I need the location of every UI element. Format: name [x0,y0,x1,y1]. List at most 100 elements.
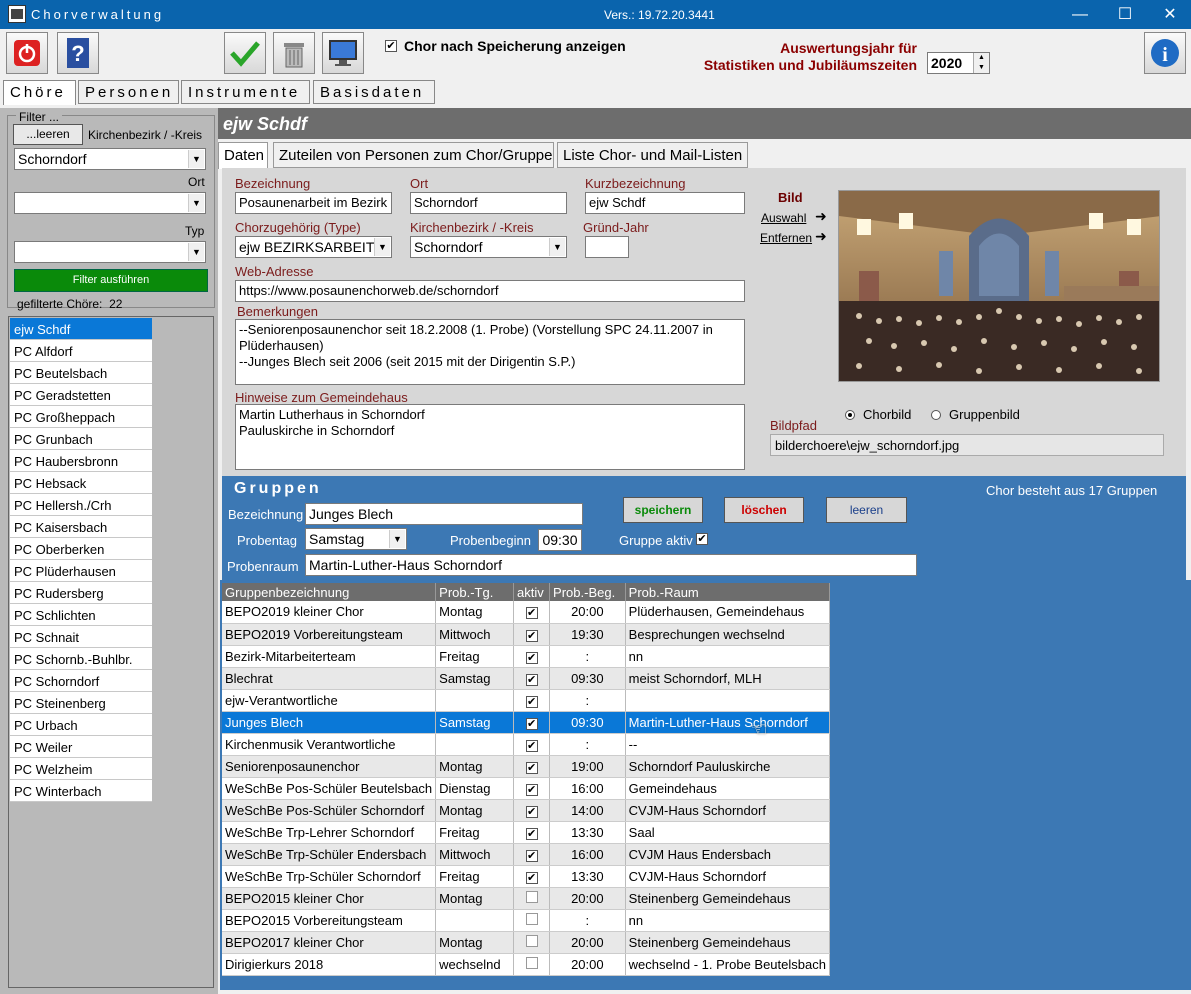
table-row[interactable]: Seniorenposaunenchor Montag ✔ 19:00 Schorndo… [222,755,831,778]
tab-zuteilen[interactable]: Zuteilen von Personen zum Chor/Gruppe [273,142,554,168]
chevron-down-icon[interactable]: ▼ [374,238,390,256]
col-header-raum[interactable]: Prob.-Raum [625,583,831,601]
table-row[interactable]: Dirigierkurs 2018 wechselnd 20:00 wechselnd… [222,953,831,976]
table-row[interactable]: Blechrat Samstag ✔ 09:30 meist Schorndorf, M… [222,667,831,690]
bemerk-field[interactable]: --Seniorenposaunenchor seit 18.2.2008 (1… [235,319,745,385]
checkbox-checked-icon[interactable]: ✔ [525,695,538,708]
group-bez-field[interactable]: Junges Blech [305,503,583,525]
checkbox-checked-icon[interactable]: ✔ [525,651,538,664]
checkbox-checked-icon[interactable]: ✔ [525,629,538,642]
group-aktiv-checkbox[interactable]: ✔ [696,533,708,545]
kreis-select[interactable]: Schorndorf ▼ [410,236,567,258]
list-item[interactable]: PC Großheppach [10,406,152,428]
year-spinner[interactable]: 2020 ▲ ▼ [927,52,990,74]
chevron-down-icon[interactable]: ▼ [188,150,204,168]
table-row[interactable]: BEPO2015 Vorbereitungsteam: nn [222,909,831,932]
list-item[interactable]: PC Kaisersbach [10,516,152,538]
list-item[interactable]: PC Urbach [10,714,152,736]
checkbox-checked-icon[interactable]: ✔ [525,827,538,840]
hinweis-field[interactable]: Martin Lutherhaus in Schorndorf Pauluski… [235,404,745,470]
table-row[interactable]: Kirchenmusik Verantwortliche ✔: -- [222,733,831,756]
gruppenbild-radio[interactable]: Gruppenbild [931,407,1020,422]
table-row[interactable]: BEPO2017 kleiner Chor Montag 20:00 Steinenb… [222,931,831,954]
maximize-icon[interactable]: ☐ [1102,0,1148,29]
tab-instrumente[interactable]: Instrumente [181,80,310,104]
checkbox-empty-icon[interactable] [525,956,538,969]
list-item[interactable]: PC Hebsack [10,472,152,494]
list-item[interactable]: PC Schlichten [10,604,152,626]
chevron-down-icon[interactable]: ▼ [188,194,204,212]
col-header-beginn[interactable]: Prob.-Beg. [549,583,626,601]
list-item[interactable]: ejw Schdf [10,318,152,340]
show-after-save-checkbox[interactable]: ✔ [385,40,397,52]
info-button[interactable]: i [1144,32,1186,74]
checkbox-checked-icon[interactable]: ✔ [525,783,538,796]
list-item[interactable]: PC Haubersbronn [10,450,152,472]
list-item[interactable]: PC Schnait [10,626,152,648]
table-row[interactable]: BEPO2019 Vorbereitungsteam Mittwoch ✔ 19:30… [222,623,831,646]
chevron-down-icon[interactable]: ▼ [188,243,204,261]
table-row[interactable]: BEPO2019 kleiner Chor Montag ✔ 20:00 Plüderh… [222,601,831,624]
web-field[interactable]: https://www.posaunenchorweb.de/schorndor… [235,280,745,302]
checkbox-empty-icon[interactable] [525,934,538,947]
list-item[interactable]: PC Weiler [10,736,152,758]
tab-listen[interactable]: Liste Chor- und Mail-Listen [557,142,748,168]
radio-empty-icon[interactable] [931,409,941,420]
checkbox-checked-icon[interactable]: ✔ [525,805,538,818]
filter-clear-button[interactable]: ...leeren [13,124,83,145]
checkbox-checked-icon[interactable]: ✔ [525,871,538,884]
list-item[interactable]: PC Oberberken [10,538,152,560]
group-tag-select[interactable]: Samstag ▼ [305,528,407,550]
filter-run-button[interactable]: Filter ausführen [14,269,208,292]
table-row[interactable]: WeSchBe Trp-Schüler Endersbach Mittwoch ✔ 1… [222,843,831,866]
jahr-field[interactable] [585,236,629,258]
spinner-arrows-icon[interactable]: ▲ ▼ [973,53,989,73]
list-item[interactable]: PC Welzheim [10,758,152,780]
group-beginn-field[interactable]: 09:30 [538,529,582,551]
list-item[interactable]: PC Rudersberg [10,582,152,604]
bezeichnung-field[interactable]: Posaunenarbeit im Bezirk [235,192,392,214]
tab-personen[interactable]: Personen [78,80,179,104]
chorbild-radio[interactable]: Chorbild [845,407,911,422]
tab-choere[interactable]: Chöre [3,80,76,105]
group-delete-button[interactable]: löschen [724,497,804,523]
col-header-aktiv[interactable]: aktiv [513,583,551,601]
table-row[interactable]: WeSchBe Pos-Schüler Schorndorf Montag ✔ 14:… [222,799,831,822]
filter-district-select[interactable]: Schorndorf ▼ [14,148,206,170]
table-row[interactable]: Bezirk-Mitarbeiterteam Freitag ✔: nn [222,645,831,668]
tab-daten[interactable]: Daten [218,142,268,169]
help-button[interactable]: ? [57,32,99,74]
checkbox-checked-icon[interactable]: ✔ [525,849,538,862]
checkbox-checked-icon[interactable]: ✔ [525,607,538,620]
group-clear-button[interactable]: leeren [826,497,907,523]
checkbox-empty-icon[interactable] [525,912,538,925]
kurz-field[interactable]: ejw Schdf [585,192,745,214]
filter-typ-select[interactable]: ▼ [14,241,206,263]
table-row[interactable]: BEPO2015 kleiner Chor Montag 20:00 Steinenb… [222,887,831,910]
list-item[interactable]: PC Schorndorf [10,670,152,692]
list-item[interactable]: PC Alfdorf [10,340,152,362]
chevron-down-icon[interactable]: ▼ [389,530,405,548]
list-item[interactable]: PC Winterbach [10,780,152,802]
list-item[interactable]: PC Schornb.-Buhlbr. e.V. [10,648,152,682]
col-header-name[interactable]: Gruppenbezeichnung [222,583,437,601]
checkbox-checked-icon[interactable]: ✔ [525,761,538,774]
checkbox-checked-icon[interactable]: ✔ [525,717,538,730]
choir-list[interactable]: ejw Schdf PC Alfdorf PC Beutelsbach PC Gera… [8,316,214,988]
tab-basisdaten[interactable]: Basisdaten [313,80,435,104]
list-item[interactable]: PC Beutelsbach [10,362,152,384]
checkbox-checked-icon[interactable]: ✔ [525,739,538,752]
power-button[interactable] [6,32,48,74]
ort-field[interactable]: Schorndorf [410,192,567,214]
table-row[interactable]: ejw-Verantwortliche ✔: [222,689,831,712]
close-icon[interactable]: ✕ [1147,0,1191,29]
col-header-tag[interactable]: Prob.-Tg. [435,583,515,601]
bild-entfernen-link[interactable]: Entfernen [760,231,812,245]
delete-button[interactable] [273,32,315,74]
checkbox-empty-icon[interactable] [525,890,538,903]
group-raum-field[interactable]: Martin-Luther-Haus Schorndorf [305,554,917,576]
list-item[interactable]: PC Steinenberg [10,692,152,714]
list-item[interactable]: PC Hellersh./Crh [10,494,152,516]
list-item[interactable]: PC Geradstetten [10,384,152,406]
table-row[interactable]: WeSchBe Trp-Schüler Schorndorf Freitag ✔ 13… [222,865,831,888]
